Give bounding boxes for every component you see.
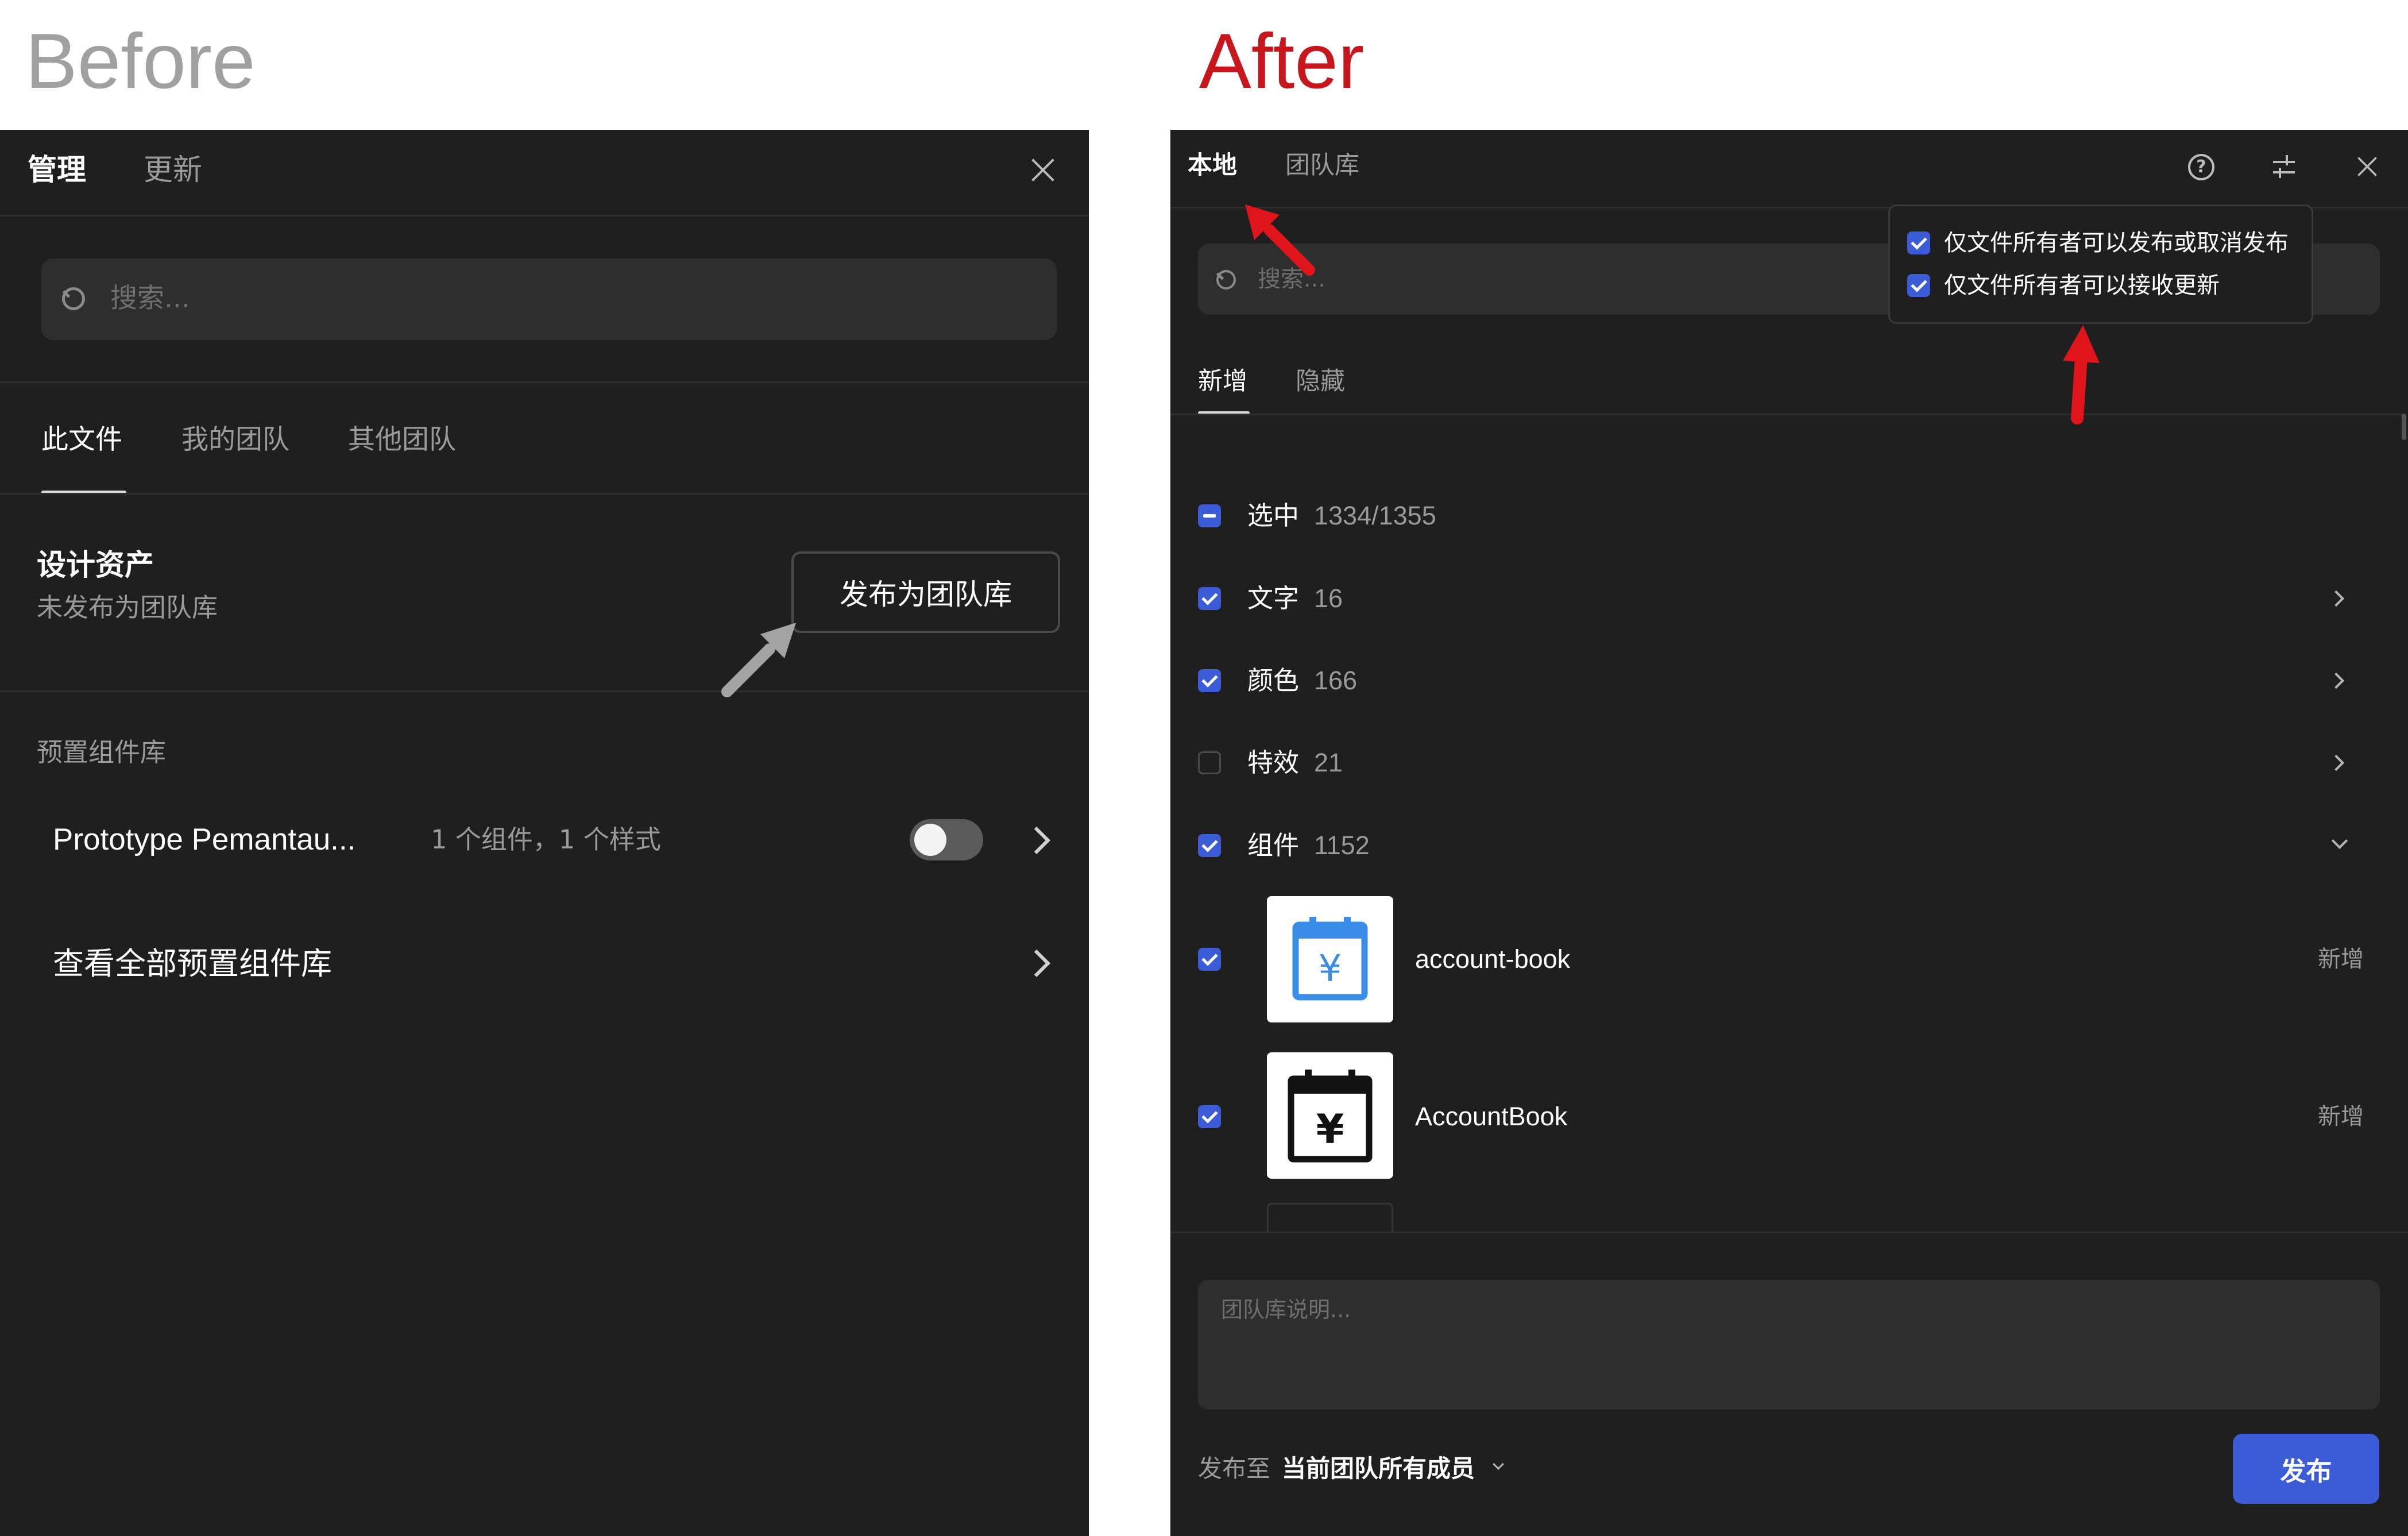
row-label: 颜色 [1247,665,1300,696]
select-all-checkbox[interactable] [1198,504,1221,527]
scrollbar[interactable] [2402,414,2406,440]
row-count: 1334/1355 [1314,501,1436,530]
owner-update-checkbox[interactable] [1907,274,1930,297]
search-icon [62,287,85,310]
after-panel: 本地 团队库 ? 搜索... 仅文件所有者可以发布或取消发布 仅文件所有者可以接… [1170,130,2408,1536]
publish-audience-dropdown[interactable]: 当前团队所有成员 [1282,1452,1535,1485]
tab-other-teams[interactable]: 其他团队 [348,422,456,458]
component-name: account-book [1415,944,1571,974]
row-label: 组件 [1247,830,1300,860]
components-row[interactable]: 组件 1152 [1170,817,2408,874]
accountbook-icon: ¥ [1288,1070,1373,1163]
permissions-popover: 仅文件所有者可以发布或取消发布 仅文件所有者可以接收更新 [1888,204,2313,324]
svg-text:¥: ¥ [1319,948,1342,990]
chevron-right-icon[interactable] [2328,672,2345,689]
select-all-row[interactable]: 选中 1334/1355 [1170,487,2408,545]
accountbook-thumbnail: ¥ [1267,1052,1393,1179]
svg-text:¥: ¥ [1316,1106,1344,1153]
search-icon [1216,270,1236,290]
view-all-presets-label: 查看全部预置组件库 [53,945,332,982]
publish-audience-value: 当前团队所有成员 [1282,1454,1475,1483]
components-checkbox[interactable] [1198,834,1221,857]
component-item[interactable]: ¥ AccountBook 新增 [1170,1048,2408,1186]
before-label: Before [25,17,256,105]
account-book-icon: ¥ [1292,917,1368,1001]
preset-library-name: Prototype Pemantau... [53,823,356,856]
close-icon[interactable] [2353,153,2381,180]
sliders-icon[interactable] [2271,154,2297,180]
assets-divider [0,690,1089,692]
search-divider [0,381,1089,383]
status-badge: 新增 [2318,1103,2364,1130]
after-label: After [1199,17,1365,105]
description-placeholder: 团队库说明... [1221,1297,1351,1322]
chevron-right-icon[interactable] [1022,826,1051,855]
owner-update-label: 仅文件所有者可以接收更新 [1944,272,2220,299]
chevron-right-icon[interactable] [2328,590,2345,607]
color-styles-row[interactable]: 颜色 166 [1170,652,2408,709]
close-icon[interactable] [1027,154,1059,186]
row-label: 文字 [1247,583,1300,613]
search-placeholder: 搜索... [110,283,190,314]
design-assets-status: 未发布为团队库 [37,592,218,623]
owner-publish-label: 仅文件所有者可以发布或取消发布 [1944,230,2289,256]
publish-to-label: 发布至 [1198,1454,1271,1483]
tab-this-file[interactable]: 此文件 [41,422,122,458]
library-description-input[interactable]: 团队库说明... [1198,1280,2380,1410]
chevron-down-icon [1493,1458,1504,1470]
search-placeholder: 搜索... [1258,266,1326,292]
tabs-divider [1170,414,2402,415]
preset-library-meta: 1 个组件，1 个样式 [431,824,661,855]
publish-button[interactable]: 发布 [2233,1434,2379,1504]
component-item[interactable]: ¥ account-book 新增 [1170,890,2408,1028]
account-book-thumbnail: ¥ [1267,896,1393,1022]
view-all-presets-row[interactable]: 查看全部预置组件库 [0,926,1089,1001]
status-badge: 新增 [2318,946,2364,972]
component-checkbox[interactable] [1198,1105,1221,1128]
footer-divider [1170,1232,2408,1233]
color-styles-checkbox[interactable] [1198,669,1221,692]
row-count: 16 [1314,584,1343,613]
header-divider [0,215,1089,217]
tab-updates[interactable]: 更新 [144,150,202,191]
tab-team-library[interactable]: 团队库 [1285,148,1359,183]
design-assets-title: 设计资产 [37,549,154,582]
publish-team-library-button[interactable]: 发布为团队库 [791,551,1060,633]
preset-library-toggle[interactable] [910,819,983,860]
chevron-right-icon[interactable] [2328,754,2345,771]
preset-library-section-label: 预置组件库 [37,737,167,767]
owner-publish-checkbox[interactable] [1907,231,1930,254]
row-count: 21 [1314,748,1343,777]
chevron-down-icon[interactable] [2331,832,2348,850]
tab-manage[interactable]: 管理 [28,150,86,191]
tabs-divider [0,493,1089,495]
effect-styles-row[interactable]: 特效 21 [1170,734,2408,792]
help-icon[interactable]: ? [2188,154,2214,180]
text-styles-row[interactable]: 文字 16 [1170,570,2408,627]
preset-library-row[interactable]: Prototype Pemantau... 1 个组件，1 个样式 [0,802,1089,877]
chevron-right-icon[interactable] [1022,949,1051,978]
list-mask [1170,1232,2408,1266]
text-styles-checkbox[interactable] [1198,587,1221,610]
effect-styles-checkbox[interactable] [1198,751,1221,774]
tab-hidden[interactable]: 隐藏 [1296,364,1345,399]
tab-local[interactable]: 本地 [1188,148,1237,183]
toggle-knob [914,824,946,856]
search-input[interactable]: 搜索... [41,258,1057,340]
row-count: 1152 [1314,831,1370,860]
before-panel: 管理 更新 搜索... 此文件 我的团队 其他团队 设计资产 未发布为团队库 发… [0,130,1089,1536]
tab-my-team[interactable]: 我的团队 [181,422,289,458]
row-label: 特效 [1247,747,1300,778]
component-checkbox[interactable] [1198,948,1221,971]
next-component-thumbnail [1267,1203,1393,1232]
row-label: 选中 [1247,500,1300,531]
component-name: AccountBook [1415,1102,1568,1131]
row-count: 166 [1314,666,1358,695]
tab-added[interactable]: 新增 [1198,364,1247,399]
